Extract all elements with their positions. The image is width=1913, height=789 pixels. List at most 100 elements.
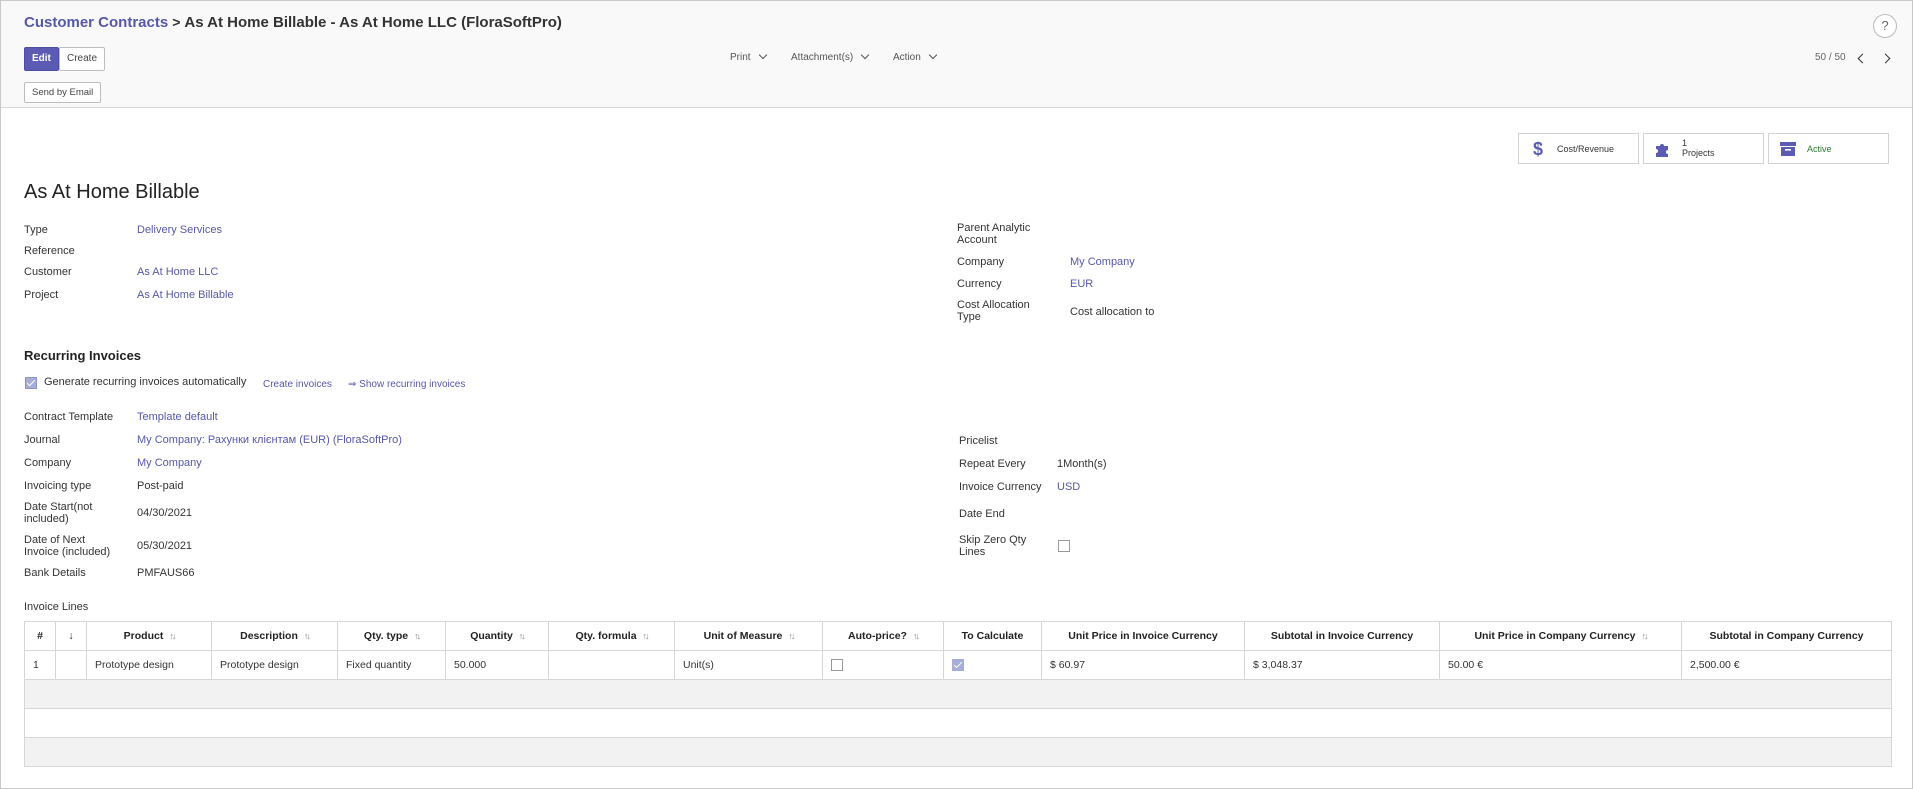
generate-recurring-checkbox[interactable] <box>25 377 37 389</box>
sort-icon: ↑↓ <box>303 631 311 641</box>
parent-analytic-account-label: Parent Analytic Account <box>957 222 1031 246</box>
auto-price-checkbox[interactable] <box>831 659 843 672</box>
sort-icon: ↑↓ <box>518 631 526 641</box>
project-value[interactable]: As At Home Billable <box>137 289 234 301</box>
column-sequence-handle[interactable]: ↓ <box>55 621 87 651</box>
row-subtotal-invoice: $ 3,048.37 <box>1244 650 1440 680</box>
column-subtotal-company[interactable]: Subtotal in Company Currency <box>1681 621 1892 651</box>
row-qty-formula[interactable] <box>548 650 675 680</box>
recurring-invoices-heading: Recurring Invoices <box>24 348 142 363</box>
row-product[interactable]: Prototype design <box>86 650 212 680</box>
breadcrumb-separator: > <box>172 14 181 30</box>
column-unit-price-invoice[interactable]: Unit Price in Invoice Currency <box>1041 621 1245 651</box>
show-recurring-invoices-link[interactable]: ⇒ Show recurring invoices <box>348 379 465 390</box>
column-qty-type[interactable]: Qty. type ↑↓ <box>337 621 446 651</box>
invoice-currency-label: Invoice Currency <box>959 481 1042 493</box>
table-row[interactable]: 1 Prototype design Prototype design Fixe… <box>24 650 1892 680</box>
company-label: Company <box>957 256 1005 268</box>
repeat-every-value[interactable]: 1Month(s) <box>1057 458 1107 470</box>
empty-row <box>24 708 1892 738</box>
type-value[interactable]: Delivery Services <box>137 224 222 236</box>
skip-zero-qty-checkbox[interactable] <box>1058 540 1070 552</box>
column-subtotal-invoice[interactable]: Subtotal in Invoice Currency <box>1244 621 1440 651</box>
row-description[interactable]: Prototype design <box>211 650 338 680</box>
sort-icon: ↑↓ <box>414 631 421 641</box>
create-invoices-link[interactable]: Create invoices <box>263 379 332 390</box>
contract-template-value[interactable]: Template default <box>137 411 218 423</box>
action-dropdown[interactable]: Action <box>893 50 938 63</box>
row-uom[interactable]: Unit(s) <box>674 650 823 680</box>
customer-value[interactable]: As At Home LLC <box>137 266 218 278</box>
date-start-value[interactable]: 04/30/2021 <box>137 507 192 519</box>
date-start-label: Date Start(not included) <box>24 501 93 525</box>
currency-value[interactable]: EUR <box>1070 278 1093 290</box>
cost-allocation-type-label: Cost Allocation Type <box>957 299 1030 323</box>
cost-allocation-type-value[interactable]: Cost allocation to <box>1070 306 1154 318</box>
edit-button[interactable]: Edit <box>24 47 59 71</box>
empty-cell <box>24 679 1892 709</box>
column-qty-formula[interactable]: Qty. formula ↑↓ <box>548 621 675 651</box>
row-quantity[interactable]: 50.000 <box>445 650 549 680</box>
cost-revenue-label: Cost/Revenue <box>1557 144 1615 154</box>
projects-button[interactable]: 1 Projects <box>1643 133 1764 164</box>
journal-label: Journal <box>24 434 61 446</box>
company-value[interactable]: My Company <box>1070 256 1135 268</box>
help-button[interactable]: ? <box>1873 14 1897 38</box>
breadcrumb-customer-contracts[interactable]: Customer Contracts <box>24 14 168 31</box>
column-product[interactable]: Product ↑↓ <box>86 621 212 651</box>
pager-previous-icon[interactable] <box>1856 53 1866 63</box>
column-unit-price-company[interactable]: Unit Price in Company Currency ↑↓ <box>1439 621 1682 651</box>
column-unit-of-measure[interactable]: Unit of Measure ↑↓ <box>674 621 823 651</box>
invoicing-type-value[interactable]: Post-paid <box>137 480 183 492</box>
type-label: Type <box>24 224 48 236</box>
invoicing-type-label: Invoicing type <box>24 480 92 492</box>
column-to-calculate[interactable]: To Calculate <box>943 621 1042 651</box>
invoice-currency-value[interactable]: USD <box>1057 481 1080 493</box>
to-calculate-checkbox[interactable] <box>952 659 964 672</box>
record-title: As At Home Billable <box>24 181 200 203</box>
contract-template-label: Contract Template <box>24 411 114 423</box>
column-auto-price[interactable]: Auto-price? ↑↓ <box>822 621 944 651</box>
attachments-dropdown[interactable]: Attachment(s) <box>791 50 870 63</box>
recurring-company-value[interactable]: My Company <box>137 457 202 469</box>
chevron-down-icon <box>758 50 767 60</box>
sort-icon: ↑↓ <box>642 631 650 641</box>
date-next-invoice-label: Date of Next Invoice (included) <box>24 534 111 558</box>
date-next-invoice-value[interactable]: 05/30/2021 <box>137 540 192 552</box>
active-toggle-button[interactable]: Active <box>1768 133 1889 164</box>
bank-details-label: Bank Details <box>24 567 86 579</box>
invoice-lines-table: # ↓ Product ↑↓ Description ↑↓ Qty. type ↑↓ … <box>24 621 1892 767</box>
row-subtotal-company: 2,500.00 € <box>1681 650 1892 680</box>
pager-next-icon[interactable] <box>1882 53 1892 63</box>
column-quantity-label: Quantity <box>470 630 513 642</box>
chevron-down-icon <box>928 50 938 60</box>
breadcrumb: Customer Contracts > As At Home Billable -… <box>24 14 562 31</box>
bank-details-value[interactable]: PMFAUS66 <box>137 567 194 579</box>
column-qty-formula-label: Qty. formula <box>575 630 637 642</box>
empty-row <box>24 737 1892 767</box>
action-label: Action <box>893 52 921 63</box>
print-dropdown[interactable]: Print <box>730 50 767 63</box>
row-unit-price-company[interactable]: 50.00 € <box>1439 650 1682 680</box>
archive-icon <box>1779 140 1797 158</box>
control-panel: Customer Contracts > As At Home Billable -… <box>1 1 1912 108</box>
currency-label: Currency <box>957 278 1002 290</box>
projects-count: 1 <box>1682 138 1688 148</box>
cost-revenue-button[interactable]: $ Cost/Revenue <box>1518 133 1639 164</box>
puzzle-icon <box>1654 140 1672 158</box>
empty-cell <box>24 737 1892 767</box>
table-header-row: # ↓ Product ↑↓ Description ↑↓ Qty. type ↑↓ … <box>24 621 1892 651</box>
row-unit-price-invoice[interactable]: $ 60.97 <box>1041 650 1245 680</box>
row-handle[interactable] <box>55 650 87 680</box>
create-button[interactable]: Create <box>59 47 106 71</box>
row-qty-type[interactable]: Fixed quantity <box>337 650 446 680</box>
recurring-company-label: Company <box>24 457 72 469</box>
journal-value[interactable]: My Company: Рахунки клієнтам (EUR) (Flor… <box>137 434 402 446</box>
generate-recurring-label: Generate recurring invoices automaticall… <box>44 376 247 388</box>
send-by-email-button[interactable]: Send by Email <box>24 82 102 103</box>
column-description[interactable]: Description ↑↓ <box>211 621 338 651</box>
dollar-icon: $ <box>1532 139 1543 159</box>
attachments-label: Attachment(s) <box>791 52 854 63</box>
column-quantity[interactable]: Quantity ↑↓ <box>445 621 549 651</box>
pager-value[interactable]: 50 / 50 <box>1815 52 1846 63</box>
